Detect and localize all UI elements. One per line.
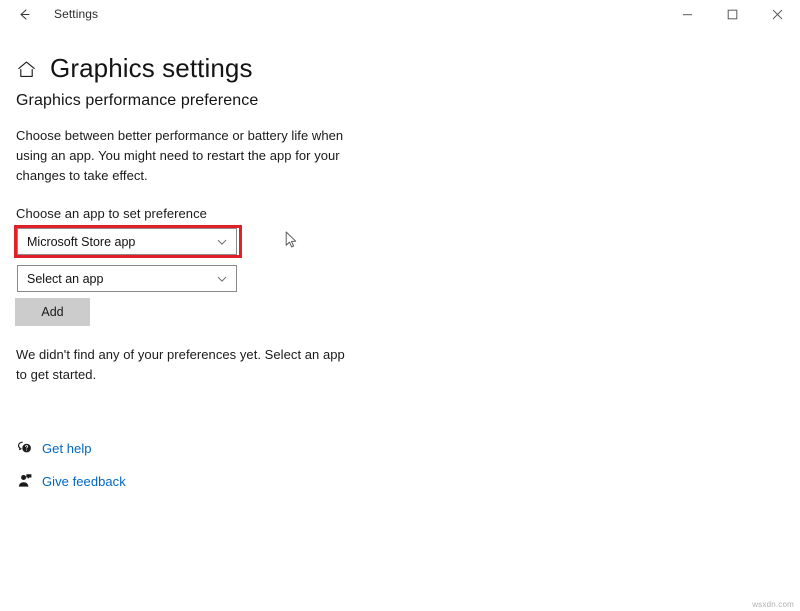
empty-state-text: We didn't find any of your preferences y…	[16, 347, 345, 382]
get-help-link-label: Get help	[42, 440, 92, 456]
section-description: Choose between better performance or bat…	[16, 128, 344, 183]
footer-links: Get help Give feedback	[14, 437, 126, 492]
app-select-dropdown[interactable]: Select an app	[17, 265, 237, 292]
add-button[interactable]: Add	[15, 298, 90, 326]
home-icon[interactable]	[14, 58, 38, 82]
page-title: Graphics settings	[50, 53, 253, 84]
watermark: wsxdn.com	[752, 600, 794, 609]
section-title: Graphics performance preference	[16, 92, 259, 109]
app-select-dropdown-value: Select an app	[27, 271, 104, 286]
close-icon	[772, 9, 783, 20]
feedback-person-icon	[14, 473, 36, 489]
help-bubble-icon	[14, 440, 36, 456]
mouse-pointer-icon	[285, 231, 298, 254]
give-feedback-link-label: Give feedback	[42, 473, 126, 489]
minimize-icon	[682, 9, 693, 20]
main-content: Graphics performance preference Choose b…	[16, 92, 376, 186]
window-titlebar: Settings	[0, 0, 800, 28]
choose-app-label: Choose an app to set preference	[16, 206, 207, 221]
window-title: Settings	[54, 7, 99, 21]
give-feedback-link[interactable]: Give feedback	[14, 470, 126, 492]
arrow-left-icon	[17, 7, 32, 22]
app-type-dropdown-value: Microsoft Store app	[27, 234, 136, 249]
maximize-button[interactable]	[710, 0, 755, 28]
window-controls	[665, 0, 800, 28]
chevron-down-icon	[216, 236, 228, 248]
page-header: Graphics settings	[14, 38, 253, 99]
chevron-down-icon	[216, 273, 228, 285]
app-type-dropdown[interactable]: Microsoft Store app	[17, 228, 237, 255]
minimize-button[interactable]	[665, 0, 710, 28]
back-button[interactable]	[8, 0, 40, 28]
maximize-icon	[727, 9, 738, 20]
get-help-link[interactable]: Get help	[14, 437, 126, 459]
close-button[interactable]	[755, 0, 800, 28]
